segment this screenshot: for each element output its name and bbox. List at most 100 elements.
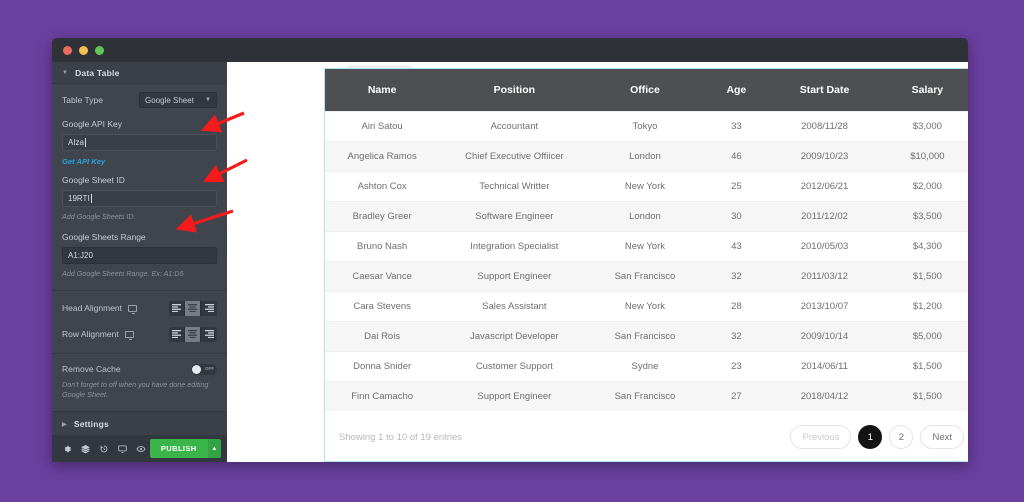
- field-google-sheet-id: Google Sheet ID 19RTI Add Google Sheets …: [62, 175, 217, 223]
- table-cell: 2009/10/14: [772, 320, 877, 351]
- table-cell: 2010/05/03: [772, 230, 877, 261]
- chevron-right-icon: ▶: [62, 421, 67, 428]
- section-title-settings: Settings: [73, 419, 109, 430]
- table-cell: 2009/10/23: [772, 140, 877, 171]
- table-cell: Caesar Vance: [325, 260, 440, 291]
- table-cell: San Francisco: [589, 380, 701, 411]
- table-cell: 2008/11/28: [772, 110, 877, 141]
- responsive-icon[interactable]: [113, 435, 131, 462]
- table-cell: 23: [700, 350, 773, 381]
- table-cell: New York: [589, 230, 701, 261]
- column-header-start-date[interactable]: Start Date: [772, 69, 883, 111]
- table-type-select[interactable]: Google Sheet ▼: [139, 92, 217, 108]
- table-cell: Ashton Cox: [325, 170, 440, 201]
- close-icon[interactable]: [63, 45, 72, 55]
- field-row-alignment: Row Alignment: [62, 326, 217, 342]
- api-key-input[interactable]: AIza: [62, 134, 217, 151]
- table-cell: New York: [589, 170, 701, 201]
- range-value: A1:J20: [68, 250, 93, 260]
- table-cell: Sydne: [589, 350, 701, 381]
- screenshot-root: ▼ Data Table Table Type Google Sheet ▼ G…: [0, 0, 1024, 502]
- table-cell: $5,000: [876, 320, 968, 351]
- table-cell: $1,500: [876, 350, 968, 381]
- table-footer: Showing 1 to 10 of 19 entries Previous 1…: [325, 411, 968, 449]
- section-title-data-table: Data Table: [75, 67, 120, 78]
- window-titlebar: [52, 38, 968, 62]
- minimize-icon[interactable]: [79, 45, 88, 55]
- layers-icon[interactable]: [76, 435, 94, 462]
- table-cell: $4,300: [876, 230, 968, 261]
- range-hint: Add Google Sheets Range. Ex: A1:D5: [62, 268, 184, 278]
- publish-dropdown-button[interactable]: ▲: [207, 439, 221, 458]
- remove-cache-state: OFF: [205, 365, 214, 371]
- pagination: Previous 1 2 Next: [790, 425, 964, 449]
- head-align-left-button[interactable]: [169, 300, 185, 316]
- column-header-salary[interactable]: Salary: [876, 69, 968, 111]
- table-cell: 33: [700, 110, 773, 141]
- column-header-position[interactable]: Position: [439, 69, 596, 111]
- head-align-center-button[interactable]: [185, 300, 201, 316]
- table-row: Donna Snider Customer Support Sydne 23 2014/…: [325, 350, 968, 381]
- publish-button[interactable]: PUBLISH: [149, 439, 208, 458]
- panel-footer-toolbar: PUBLISH ▲: [52, 435, 227, 462]
- range-input[interactable]: A1:J20: [62, 246, 217, 264]
- get-api-key-link[interactable]: Get API Key: [62, 157, 217, 166]
- table-row: Cara Stevens Sales Assistant New York 28 201…: [325, 290, 968, 321]
- settings-panel-scroll[interactable]: ▼ Data Table Table Type Google Sheet ▼ G…: [52, 62, 227, 435]
- table-cell: Sales Assistant: [439, 290, 590, 321]
- column-header-label: Position: [493, 83, 536, 96]
- table-cell: 27: [700, 380, 773, 411]
- column-header-age[interactable]: Age: [700, 69, 779, 111]
- table-cell: 46: [700, 140, 773, 171]
- column-header-label: Age: [726, 83, 747, 96]
- editor-window: ▼ Data Table Table Type Google Sheet ▼ G…: [52, 38, 968, 462]
- data-table-widget[interactable]: Name Position Office Age Start Date Sala…: [324, 68, 968, 462]
- table-cell: Donna Snider: [325, 350, 440, 381]
- table-cell: Cara Stevens: [325, 290, 440, 321]
- table-cell: Chief Executive Offiicer: [439, 140, 590, 171]
- divider: [52, 352, 227, 354]
- pagination-next-button[interactable]: Next: [920, 425, 964, 449]
- maximize-icon[interactable]: [95, 45, 104, 55]
- data-table-section-body: Table Type Google Sheet ▼ Google API Key…: [52, 84, 227, 412]
- table-row: Caesar Vance Support Engineer San Francisc…: [325, 260, 968, 291]
- row-align-right-button[interactable]: [201, 327, 217, 342]
- gear-icon[interactable]: [58, 435, 76, 462]
- table-row: Airi Satou Accountant Tokyo 33 2008/11/28 $3,…: [325, 110, 968, 141]
- table-cell: 43: [700, 230, 773, 261]
- column-header-office[interactable]: Office: [589, 69, 707, 111]
- section-header-settings[interactable]: ▶ Settings: [52, 411, 227, 435]
- row-align-center-button[interactable]: [185, 326, 201, 342]
- table-cell: Technical Writter: [439, 170, 590, 201]
- field-head-alignment: Head Alignment: [62, 300, 217, 316]
- row-align-left-button[interactable]: [169, 326, 185, 342]
- pagination-page-2[interactable]: 2: [889, 425, 914, 449]
- column-header-name[interactable]: Name: [325, 69, 446, 111]
- column-header-label: Salary: [911, 83, 944, 96]
- remove-cache-toggle[interactable]: OFF: [191, 363, 217, 375]
- pagination-page-1[interactable]: 1: [858, 425, 883, 449]
- eye-icon[interactable]: [132, 435, 150, 462]
- table-cell: Dai Rois: [325, 320, 440, 351]
- sheet-id-label: Google Sheet ID: [62, 175, 125, 185]
- table-cell: Support Engineer: [439, 380, 590, 411]
- table-cell: $3,500: [876, 200, 968, 231]
- text-caret: [90, 194, 92, 203]
- history-icon[interactable]: [95, 435, 113, 462]
- responsive-icon[interactable]: [128, 304, 138, 315]
- head-align-right-button[interactable]: [201, 301, 217, 316]
- pagination-previous-button[interactable]: Previous: [790, 425, 852, 449]
- toggle-knob: [192, 364, 201, 374]
- table-row: Bruno Nash Integration Specialist New York…: [325, 230, 968, 261]
- table-cell: 2011/12/02: [772, 200, 877, 231]
- chevron-down-icon: ▼: [62, 69, 69, 76]
- table-cell: Customer Support: [439, 350, 590, 381]
- section-header-data-table[interactable]: ▼ Data Table: [52, 62, 227, 84]
- responsive-icon[interactable]: [124, 330, 134, 341]
- head-alignment-label: Head Alignment: [62, 303, 123, 314]
- column-header-label: Name: [367, 83, 397, 96]
- table-cell: London: [589, 140, 701, 171]
- sheet-id-input[interactable]: 19RTI: [62, 190, 217, 207]
- table-cell: 2013/10/07: [772, 290, 877, 321]
- table-cell: 2018/04/12: [772, 380, 877, 411]
